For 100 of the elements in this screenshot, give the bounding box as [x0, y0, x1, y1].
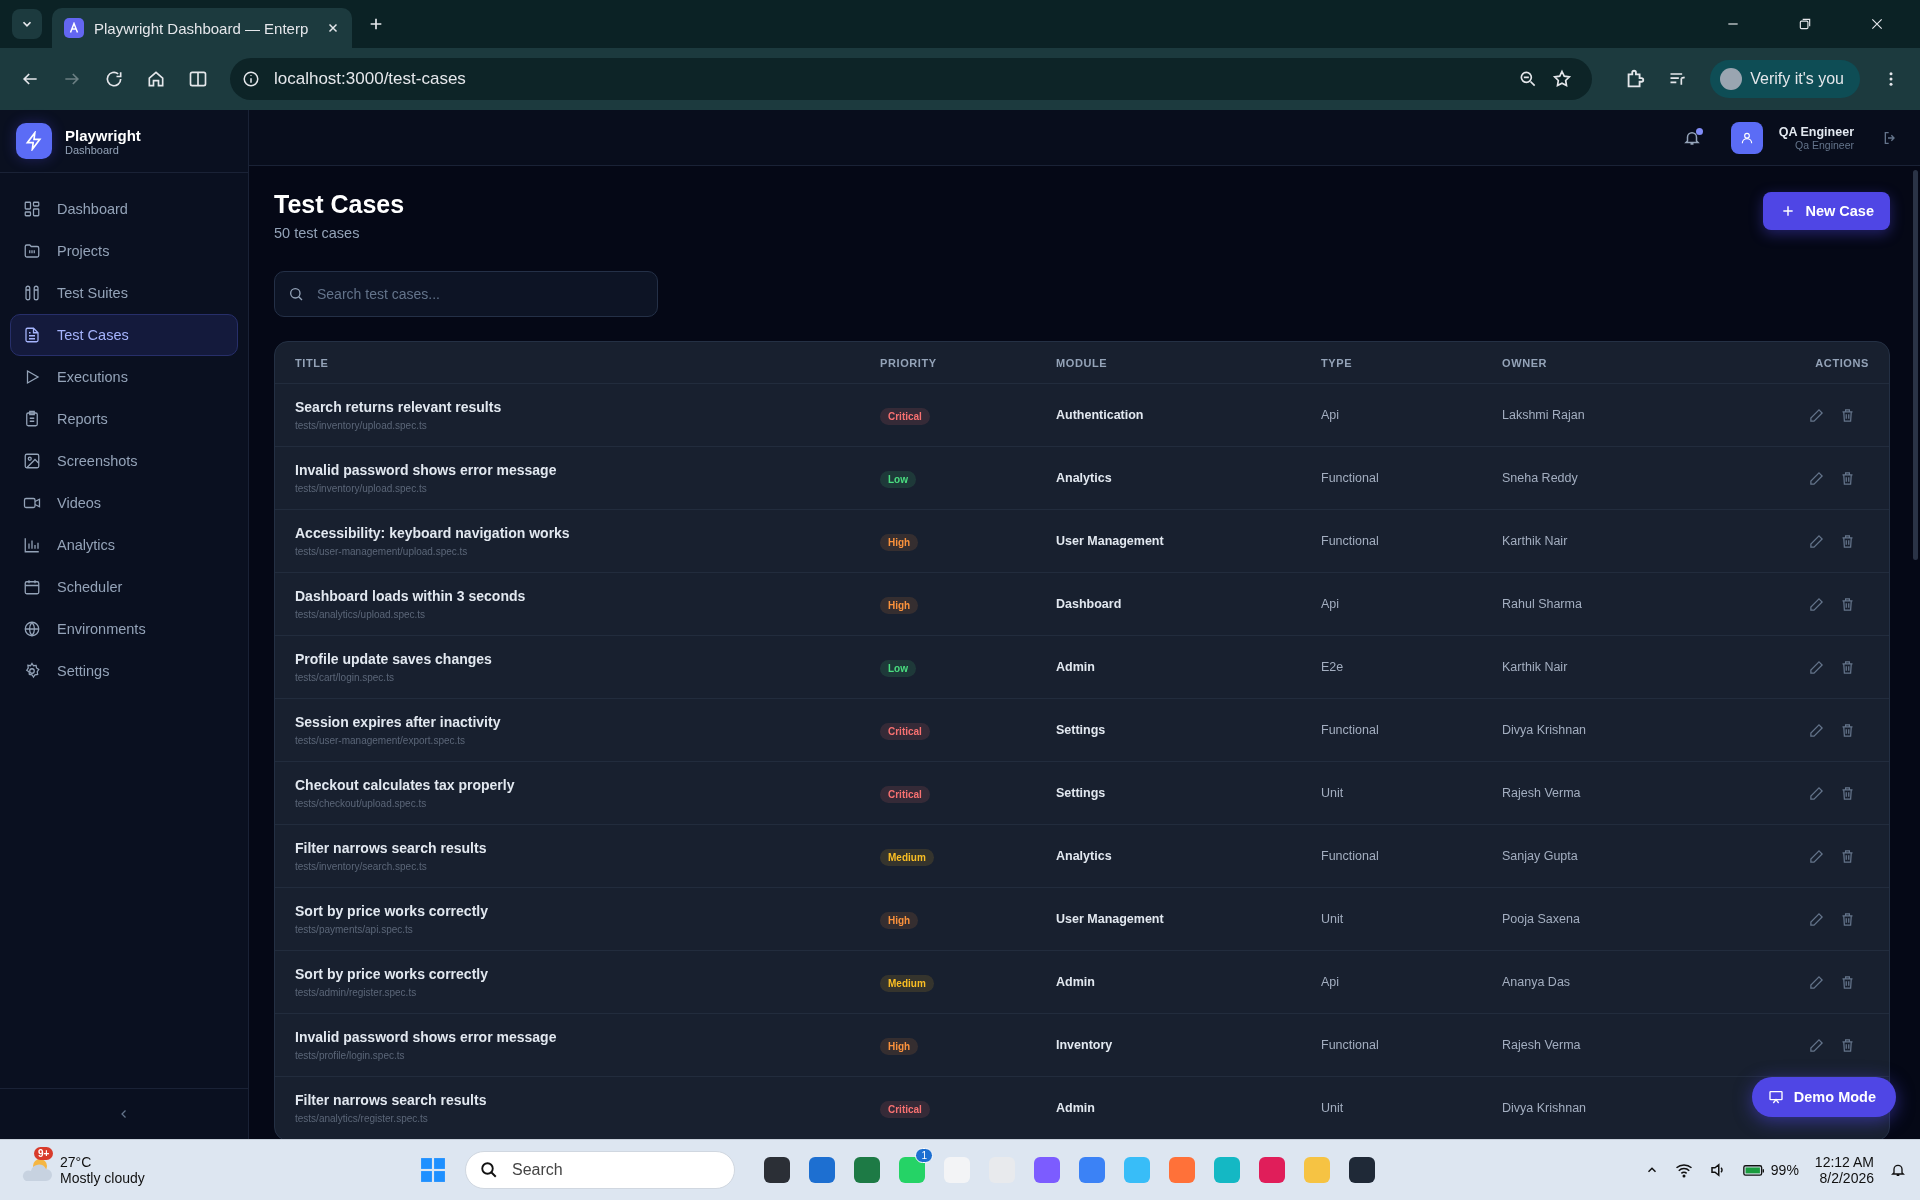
app-tile-icon[interactable]: [854, 1157, 880, 1183]
test-file-path: tests/cart/login.spec.ts: [295, 672, 394, 683]
new-tab-icon[interactable]: [368, 16, 384, 32]
test-title[interactable]: Checkout calculates tax properly: [295, 777, 515, 793]
nav-item[interactable]: Projects: [10, 230, 238, 272]
delete-icon[interactable]: [1840, 974, 1855, 990]
tab-list-button[interactable]: [12, 9, 42, 39]
scrollbar-thumb[interactable]: [1913, 170, 1918, 560]
nav-item[interactable]: Reports: [10, 398, 238, 440]
split-view-icon[interactable]: [188, 69, 208, 89]
delete-icon[interactable]: [1840, 407, 1855, 423]
taskbar-search-field[interactable]: Search: [465, 1151, 735, 1189]
owner-cell-text: Karthik Nair: [1502, 660, 1569, 674]
owner-cell-text: Sanjay Gupta: [1502, 849, 1579, 863]
edit-icon[interactable]: [1809, 1037, 1824, 1053]
restore-icon[interactable]: [1798, 17, 1812, 31]
nav-item[interactable]: Test Cases: [10, 314, 238, 356]
test-title[interactable]: Search returns relevant results: [295, 399, 502, 415]
delete-icon[interactable]: [1840, 1037, 1855, 1053]
edit-icon[interactable]: [1809, 848, 1824, 864]
delete-icon[interactable]: [1840, 785, 1855, 801]
nav-icon: [23, 536, 41, 554]
edit-icon[interactable]: [1809, 470, 1824, 486]
search-field[interactable]: Search test cases...: [274, 271, 658, 317]
delete-icon[interactable]: [1840, 533, 1855, 549]
delete-icon[interactable]: [1840, 911, 1855, 927]
star-icon[interactable]: [1552, 69, 1573, 89]
app-tile-icon[interactable]: [1169, 1157, 1195, 1183]
nav-item[interactable]: Analytics: [10, 524, 238, 566]
user-avatar-icon: [1730, 121, 1763, 154]
address-bar[interactable]: localhost:3000/test-cases: [230, 58, 1593, 100]
nav-item[interactable]: Scheduler: [10, 566, 238, 608]
app-tile-icon[interactable]: [899, 1157, 925, 1183]
app-tile-icon[interactable]: [1304, 1157, 1330, 1183]
test-file-path: tests/inventory/upload.spec.ts: [295, 420, 427, 431]
profile-button[interactable]: Verify it's you: [1710, 60, 1860, 98]
test-title[interactable]: Invalid password shows error message: [295, 1029, 557, 1045]
close-icon[interactable]: [1870, 17, 1884, 31]
home-icon[interactable]: [146, 69, 166, 89]
weather-condition: Mostly cloudy: [60, 1170, 145, 1186]
clock[interactable]: 12:12 AM 8/2/2026: [1814, 1154, 1874, 1186]
nav-item[interactable]: Environments: [10, 608, 238, 650]
app-tile-icon[interactable]: [809, 1157, 835, 1183]
nav-item[interactable]: Screenshots: [10, 440, 238, 482]
nav-item[interactable]: Executions: [10, 356, 238, 398]
priority-badge: Critical: [880, 722, 930, 740]
new-case-button[interactable]: New Case: [1763, 192, 1890, 230]
presentation-icon: [1767, 1089, 1784, 1105]
test-title[interactable]: Profile update saves changes: [295, 651, 492, 667]
edit-icon[interactable]: [1809, 785, 1824, 801]
test-file-path: tests/admin/register.spec.ts: [295, 987, 417, 998]
nav-item[interactable]: Dashboard: [10, 188, 238, 230]
edit-icon[interactable]: [1809, 407, 1824, 423]
app-tile-icon[interactable]: [1079, 1157, 1105, 1183]
test-title[interactable]: Filter narrows search results: [295, 840, 487, 856]
nav-item[interactable]: Test Suites: [10, 272, 238, 314]
test-file-path: tests/inventory/upload.spec.ts: [295, 483, 427, 494]
edit-icon[interactable]: [1809, 911, 1824, 927]
delete-icon[interactable]: [1840, 596, 1855, 612]
edit-icon[interactable]: [1809, 974, 1824, 990]
app-tile-icon[interactable]: [1124, 1157, 1150, 1183]
test-title[interactable]: Session expires after inactivity: [295, 714, 501, 730]
delete-icon[interactable]: [1840, 470, 1855, 486]
start-icon[interactable]: [420, 1157, 446, 1183]
test-title[interactable]: Sort by price works correctly: [295, 966, 488, 982]
app-tile-icon[interactable]: [1214, 1157, 1240, 1183]
search-icon: [480, 1161, 498, 1179]
test-title[interactable]: Dashboard loads within 3 seconds: [295, 588, 526, 604]
delete-icon[interactable]: [1840, 722, 1855, 738]
nav-item[interactable]: Videos: [10, 482, 238, 524]
app-tile-icon[interactable]: [1259, 1157, 1285, 1183]
test-title[interactable]: Accessibility: keyboard navigation works: [295, 525, 570, 541]
module-cell-text: User Management: [1056, 534, 1165, 548]
delete-icon[interactable]: [1840, 848, 1855, 864]
priority-badge: Low: [880, 470, 916, 488]
test-title[interactable]: Filter narrows search results: [295, 1092, 487, 1108]
close-icon[interactable]: [326, 21, 340, 35]
browser-tab[interactable]: Playwright Dashboard — Enterp: [52, 8, 352, 48]
demo-mode-button[interactable]: Demo Mode: [1751, 1077, 1896, 1117]
edit-icon[interactable]: [1809, 659, 1824, 675]
test-title[interactable]: Sort by price works correctly: [295, 903, 488, 919]
edit-icon[interactable]: [1809, 596, 1824, 612]
module-cell-text: Dashboard: [1056, 597, 1123, 611]
temperature: 27°C: [60, 1154, 93, 1170]
app-tile-icon[interactable]: [764, 1157, 790, 1183]
test-title[interactable]: Invalid password shows error message: [295, 462, 557, 478]
app-tile-icon[interactable]: [1349, 1157, 1375, 1183]
nav-item[interactable]: Settings: [10, 650, 238, 692]
wifi-icon[interactable]: [1674, 1161, 1693, 1179]
delete-icon[interactable]: [1840, 659, 1855, 675]
info-icon[interactable]: [242, 70, 260, 88]
type-cell-text: Unit: [1321, 1101, 1345, 1115]
nav-icon: [23, 662, 41, 680]
reload-icon[interactable]: [104, 69, 124, 89]
edit-icon[interactable]: [1809, 722, 1824, 738]
app-tile-icon[interactable]: [1034, 1157, 1060, 1183]
test-file-path: tests/user-management/export.spec.ts: [295, 735, 466, 746]
edit-icon[interactable]: [1809, 533, 1824, 549]
bell-icon[interactable]: [1890, 1162, 1906, 1178]
battery-icon[interactable]: [1742, 1162, 1765, 1178]
